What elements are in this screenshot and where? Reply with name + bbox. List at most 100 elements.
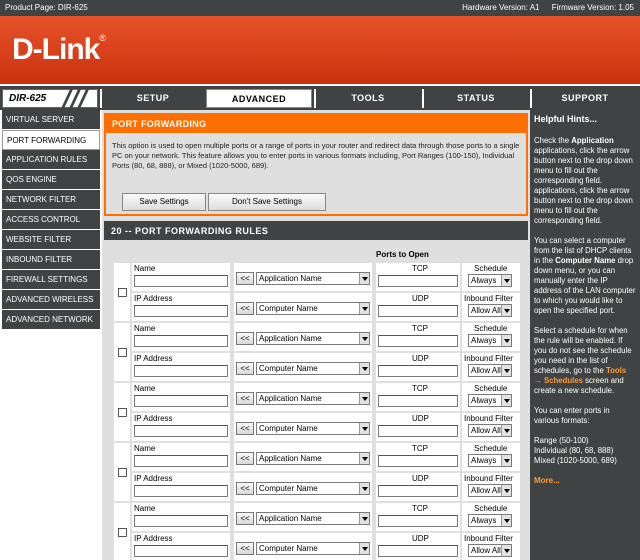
chevron-down-icon [501, 425, 511, 436]
schedule-select[interactable]: Always [468, 274, 512, 287]
copy-application-button[interactable]: << [236, 512, 254, 525]
rule-name-input[interactable] [134, 455, 228, 467]
sidebar-item-advanced-network[interactable]: ADVANCED NETWORK [2, 310, 100, 330]
udp-ports-input[interactable] [378, 305, 458, 317]
inbound-filter-label: Inbound Filter [464, 354, 513, 363]
more-link[interactable]: More... [534, 476, 636, 486]
schedule-select[interactable]: Always [468, 454, 512, 467]
computer-name-select[interactable]: Computer Name [256, 422, 370, 435]
inbound-filter-select[interactable]: Allow All [468, 544, 512, 557]
rule-enable-checkbox[interactable] [118, 468, 127, 477]
ip-address-input[interactable] [134, 365, 228, 377]
rule-enable-checkbox[interactable] [118, 288, 127, 297]
schedule-select[interactable]: Always [468, 514, 512, 527]
chevron-down-icon [359, 483, 369, 494]
udp-ports-input[interactable] [378, 365, 458, 377]
rule-enable-checkbox[interactable] [118, 408, 127, 417]
computer-name-select[interactable]: Computer Name [256, 542, 370, 555]
rule-row: Name IP Address << Application Name << C… [114, 383, 522, 441]
hint-port-formats: You can enter ports in various formats: [534, 406, 610, 425]
copy-application-button[interactable]: << [236, 332, 254, 345]
chevron-down-icon [501, 365, 511, 376]
model-badge: DIR-625 [2, 88, 98, 112]
copy-application-button[interactable]: << [236, 452, 254, 465]
inbound-filter-label: Inbound Filter [464, 474, 513, 483]
udp-ports-input[interactable] [378, 425, 458, 437]
tab-tools[interactable]: TOOLS [314, 89, 420, 108]
tab-setup[interactable]: SETUP [100, 89, 204, 108]
tcp-ports-input[interactable] [378, 335, 458, 347]
sidebar-item-network-filter[interactable]: NETWORK FILTER [2, 190, 100, 210]
copy-computer-button[interactable]: << [236, 362, 254, 375]
chevron-down-icon [359, 543, 369, 554]
inbound-filter-select[interactable]: Allow All [468, 304, 512, 317]
tab-status[interactable]: STATUS [422, 89, 528, 108]
ip-address-input[interactable] [134, 545, 228, 557]
udp-ports-input[interactable] [378, 485, 458, 497]
inbound-filter-select[interactable]: Allow All [468, 484, 512, 497]
chevron-down-icon [359, 393, 369, 404]
schedule-select[interactable]: Always [468, 334, 512, 347]
inbound-filter-select[interactable]: Allow All [468, 424, 512, 437]
main-nav: DIR-625 SETUP ADVANCED TOOLS STATUS SUPP… [0, 84, 640, 112]
computer-name-select[interactable]: Computer Name [256, 482, 370, 495]
sidebar-item-website-filter[interactable]: WEBSITE FILTER [2, 230, 100, 250]
sidebar-item-virtual-server[interactable]: VIRTUAL SERVER [2, 110, 100, 130]
firmware-version: Firmware Version: 1.05 [551, 3, 634, 12]
application-name-select[interactable]: Application Name [256, 452, 370, 465]
rule-name-input[interactable] [134, 515, 228, 527]
rule-name-input[interactable] [134, 275, 228, 287]
port-forwarding-rules-panel: 20 -- PORT FORWARDING RULES Ports to Ope… [104, 221, 528, 560]
sidebar-item-firewall-settings[interactable]: FIREWALL SETTINGS [2, 270, 100, 290]
brand-banner: D-Link® [0, 16, 640, 84]
dont-save-settings-button[interactable]: Don't Save Settings [208, 193, 326, 211]
computer-name-select[interactable]: Computer Name [256, 302, 370, 315]
schedule-label: Schedule [474, 384, 508, 393]
tab-support[interactable]: SUPPORT [530, 89, 638, 108]
sidebar-item-application-rules[interactable]: APPLICATION RULES [2, 150, 100, 170]
application-name-select[interactable]: Application Name [256, 272, 370, 285]
schedule-label: Schedule [474, 444, 508, 453]
schedule-select[interactable]: Always [468, 394, 512, 407]
copy-computer-button[interactable]: << [236, 482, 254, 495]
udp-ports-input[interactable] [378, 545, 458, 557]
tcp-ports-input[interactable] [378, 515, 458, 527]
application-name-select[interactable]: Application Name [256, 512, 370, 525]
sidebar-item-qos-engine[interactable]: QOS ENGINE [2, 170, 100, 190]
copy-computer-button[interactable]: << [236, 302, 254, 315]
inbound-filter-select[interactable]: Allow All [468, 364, 512, 377]
page-title: PORT FORWARDING [106, 115, 526, 133]
sidebar-item-port-forwarding[interactable]: PORT FORWARDING [2, 130, 100, 150]
sidebar-item-access-control[interactable]: ACCESS CONTROL [2, 210, 100, 230]
copy-application-button[interactable]: << [236, 392, 254, 405]
tcp-ports-input[interactable] [378, 455, 458, 467]
tcp-ports-input[interactable] [378, 395, 458, 407]
rules-title: 20 -- PORT FORWARDING RULES [104, 223, 528, 240]
tcp-ports-input[interactable] [378, 275, 458, 287]
tab-advanced[interactable]: ADVANCED [206, 89, 312, 108]
ip-address-input[interactable] [134, 485, 228, 497]
save-settings-button[interactable]: Save Settings [122, 193, 206, 211]
chevron-down-icon [501, 335, 511, 346]
rule-name-input[interactable] [134, 335, 228, 347]
rule-name-input[interactable] [134, 395, 228, 407]
copy-computer-button[interactable]: << [236, 422, 254, 435]
ip-address-input[interactable] [134, 305, 228, 317]
ports-to-open-header: Ports to Open [376, 250, 429, 259]
application-name-select[interactable]: Application Name [256, 332, 370, 345]
sidebar-item-inbound-filter[interactable]: INBOUND FILTER [2, 250, 100, 270]
rule-row: Name IP Address << Application Name << C… [114, 503, 522, 560]
rule-row: Name IP Address << Application Name << C… [114, 443, 522, 501]
hint-port-examples: Range (50-100) Individual (80, 68, 888) Mi… [534, 436, 617, 465]
rule-enable-checkbox[interactable] [118, 348, 127, 357]
copy-application-button[interactable]: << [236, 272, 254, 285]
ip-address-input[interactable] [134, 425, 228, 437]
rule-row: Name IP Address << Application Name << C… [114, 263, 522, 321]
rule-enable-checkbox[interactable] [118, 528, 127, 537]
hint-application: Check the Application applications, clic… [534, 136, 633, 225]
copy-computer-button[interactable]: << [236, 542, 254, 555]
application-name-select[interactable]: Application Name [256, 392, 370, 405]
sidebar-item-advanced-wireless[interactable]: ADVANCED WIRELESS [2, 290, 100, 310]
chevron-down-icon [359, 273, 369, 284]
computer-name-select[interactable]: Computer Name [256, 362, 370, 375]
